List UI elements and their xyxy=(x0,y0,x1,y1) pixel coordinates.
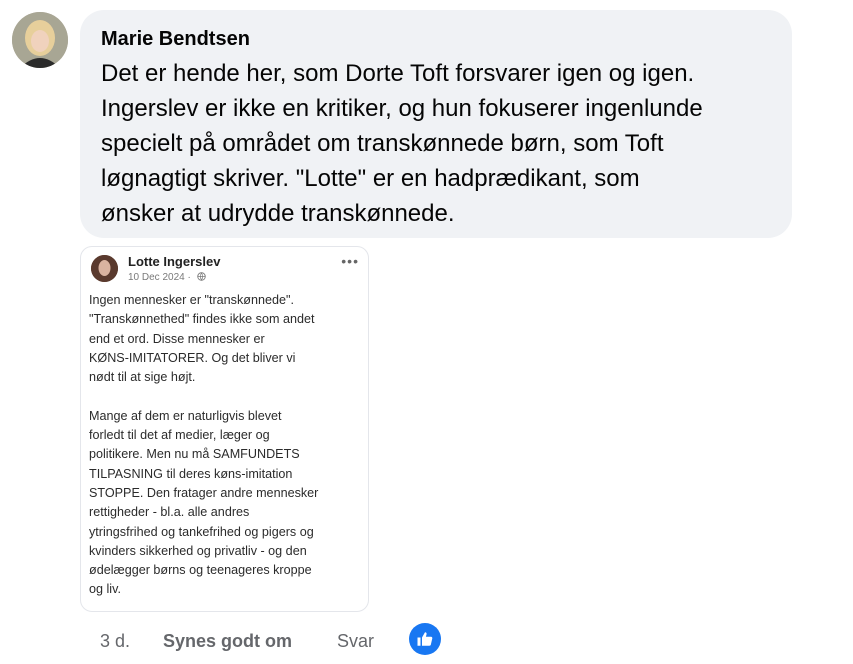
comment-timestamp[interactable]: 3 d. xyxy=(100,631,130,652)
attached-post-text: Ingen mennesker er "transkønnede". "Tran… xyxy=(89,293,319,597)
reply-button[interactable]: Svar xyxy=(337,631,374,652)
thumbs-up-icon[interactable] xyxy=(409,623,441,655)
like-button[interactable]: Synes godt om xyxy=(163,631,292,652)
attached-post-avatar xyxy=(91,255,118,282)
comment-bubble: Marie Bendtsen Det er hende her, som Dor… xyxy=(80,10,792,238)
commenter-avatar[interactable] xyxy=(12,12,68,68)
attached-screenshot[interactable]: Lotte Ingerslev 10 Dec 2024 · ••• Ingen … xyxy=(80,246,369,612)
comment-text: Det er hende her, som Dorte Toft forsvar… xyxy=(101,60,703,227)
globe-icon xyxy=(196,272,206,281)
commenter-photo xyxy=(12,12,68,68)
more-dots-icon: ••• xyxy=(341,253,359,269)
attached-post-author: Lotte Ingerslev xyxy=(128,254,221,269)
attached-post-date: 10 Dec 2024 · xyxy=(128,272,206,283)
comment-author-name[interactable]: Marie Bendtsen xyxy=(101,27,770,51)
